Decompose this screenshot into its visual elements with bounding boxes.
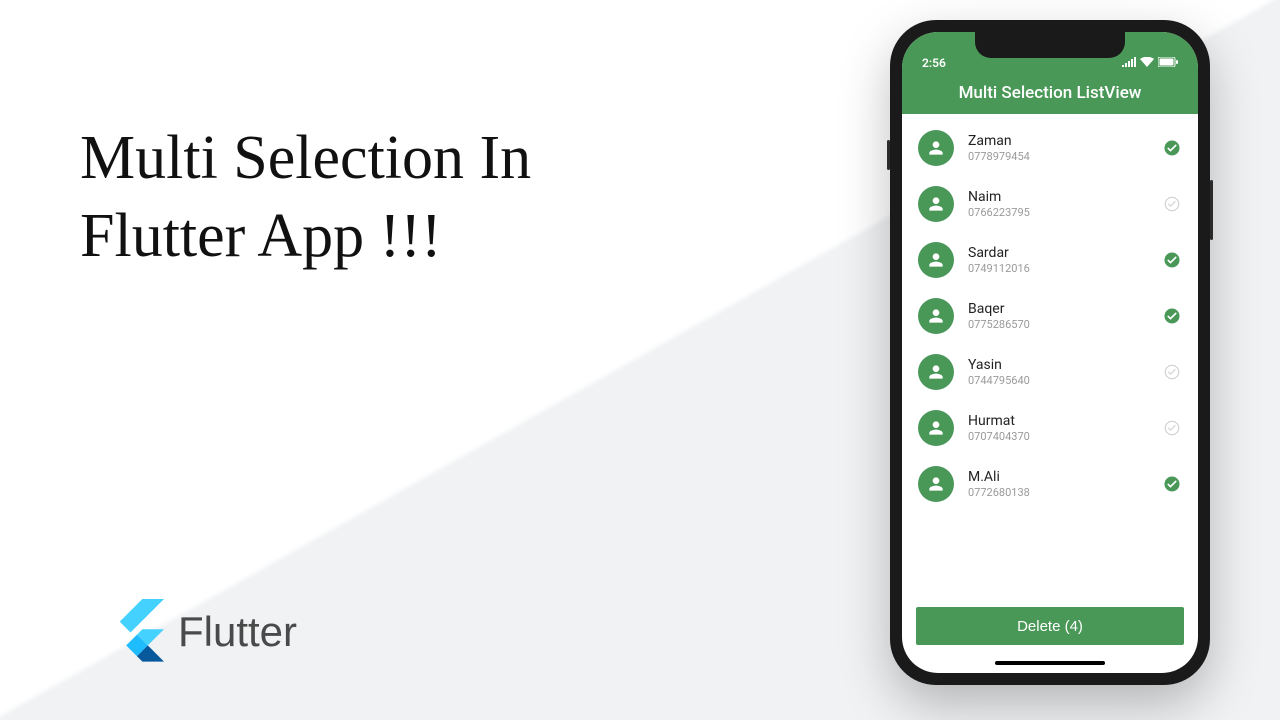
list-item[interactable]: Sardar0749112016	[902, 232, 1198, 288]
contact-name: Baqer	[968, 301, 1148, 317]
list-item[interactable]: Zaman0778979454	[902, 120, 1198, 176]
list-item-text: Yasin0744795640	[968, 357, 1148, 387]
list-item[interactable]: Naim0766223795	[902, 176, 1198, 232]
flutter-logo-icon	[110, 599, 164, 665]
status-time: 2:56	[922, 56, 946, 70]
signal-icon	[1122, 56, 1136, 70]
contact-phone: 0775286570	[968, 318, 1148, 331]
contact-list[interactable]: Zaman0778979454 Naim0766223795 Sardar07491…	[902, 114, 1198, 595]
list-item-text: Sardar0749112016	[968, 245, 1148, 275]
check-selected-icon[interactable]	[1162, 306, 1182, 326]
list-item[interactable]: M.Ali0772680138	[902, 456, 1198, 512]
app-bar: Multi Selection ListView	[902, 72, 1198, 114]
phone-screen: 2:56 Multi Selection ListView Zaman07789…	[902, 32, 1198, 673]
headline-text: Multi Selection InFlutter App !!!	[80, 120, 531, 275]
person-icon	[918, 130, 954, 166]
person-icon	[918, 242, 954, 278]
check-unselected-icon[interactable]	[1162, 418, 1182, 438]
contact-name: M.Ali	[968, 469, 1148, 485]
battery-icon	[1158, 56, 1178, 70]
phone-notch	[975, 32, 1125, 58]
contact-name: Yasin	[968, 357, 1148, 373]
check-selected-icon[interactable]	[1162, 474, 1182, 494]
list-item[interactable]: Baqer0775286570	[902, 288, 1198, 344]
delete-button[interactable]: Delete (4)	[916, 607, 1184, 645]
contact-phone: 0707404370	[968, 430, 1148, 443]
wifi-icon	[1140, 56, 1154, 70]
contact-name: Zaman	[968, 133, 1148, 149]
person-icon	[918, 298, 954, 334]
contact-name: Hurmat	[968, 413, 1148, 429]
check-unselected-icon[interactable]	[1162, 362, 1182, 382]
flutter-brand-label: Flutter	[178, 608, 297, 656]
contact-phone: 0744795640	[968, 374, 1148, 387]
check-unselected-icon[interactable]	[1162, 194, 1182, 214]
home-indicator[interactable]	[995, 661, 1105, 665]
contact-phone: 0766223795	[968, 206, 1148, 219]
check-selected-icon[interactable]	[1162, 250, 1182, 270]
list-item[interactable]: Hurmat0707404370	[902, 400, 1198, 456]
app-bar-title: Multi Selection ListView	[959, 83, 1142, 103]
flutter-brand: Flutter	[110, 599, 297, 665]
contact-phone: 0778979454	[968, 150, 1148, 163]
list-item-text: Hurmat0707404370	[968, 413, 1148, 443]
person-icon	[918, 410, 954, 446]
list-item-text: Zaman0778979454	[968, 133, 1148, 163]
list-item-text: M.Ali0772680138	[968, 469, 1148, 499]
phone-mockup: 2:56 Multi Selection ListView Zaman07789…	[890, 20, 1210, 685]
contact-name: Naim	[968, 189, 1148, 205]
list-item[interactable]: Yasin0744795640	[902, 344, 1198, 400]
check-selected-icon[interactable]	[1162, 138, 1182, 158]
delete-button-label: Delete (4)	[1017, 618, 1083, 635]
contact-phone: 0772680138	[968, 486, 1148, 499]
contact-phone: 0749112016	[968, 262, 1148, 275]
list-item-text: Baqer0775286570	[968, 301, 1148, 331]
list-item-text: Naim0766223795	[968, 189, 1148, 219]
person-icon	[918, 186, 954, 222]
person-icon	[918, 466, 954, 502]
person-icon	[918, 354, 954, 390]
contact-name: Sardar	[968, 245, 1148, 261]
